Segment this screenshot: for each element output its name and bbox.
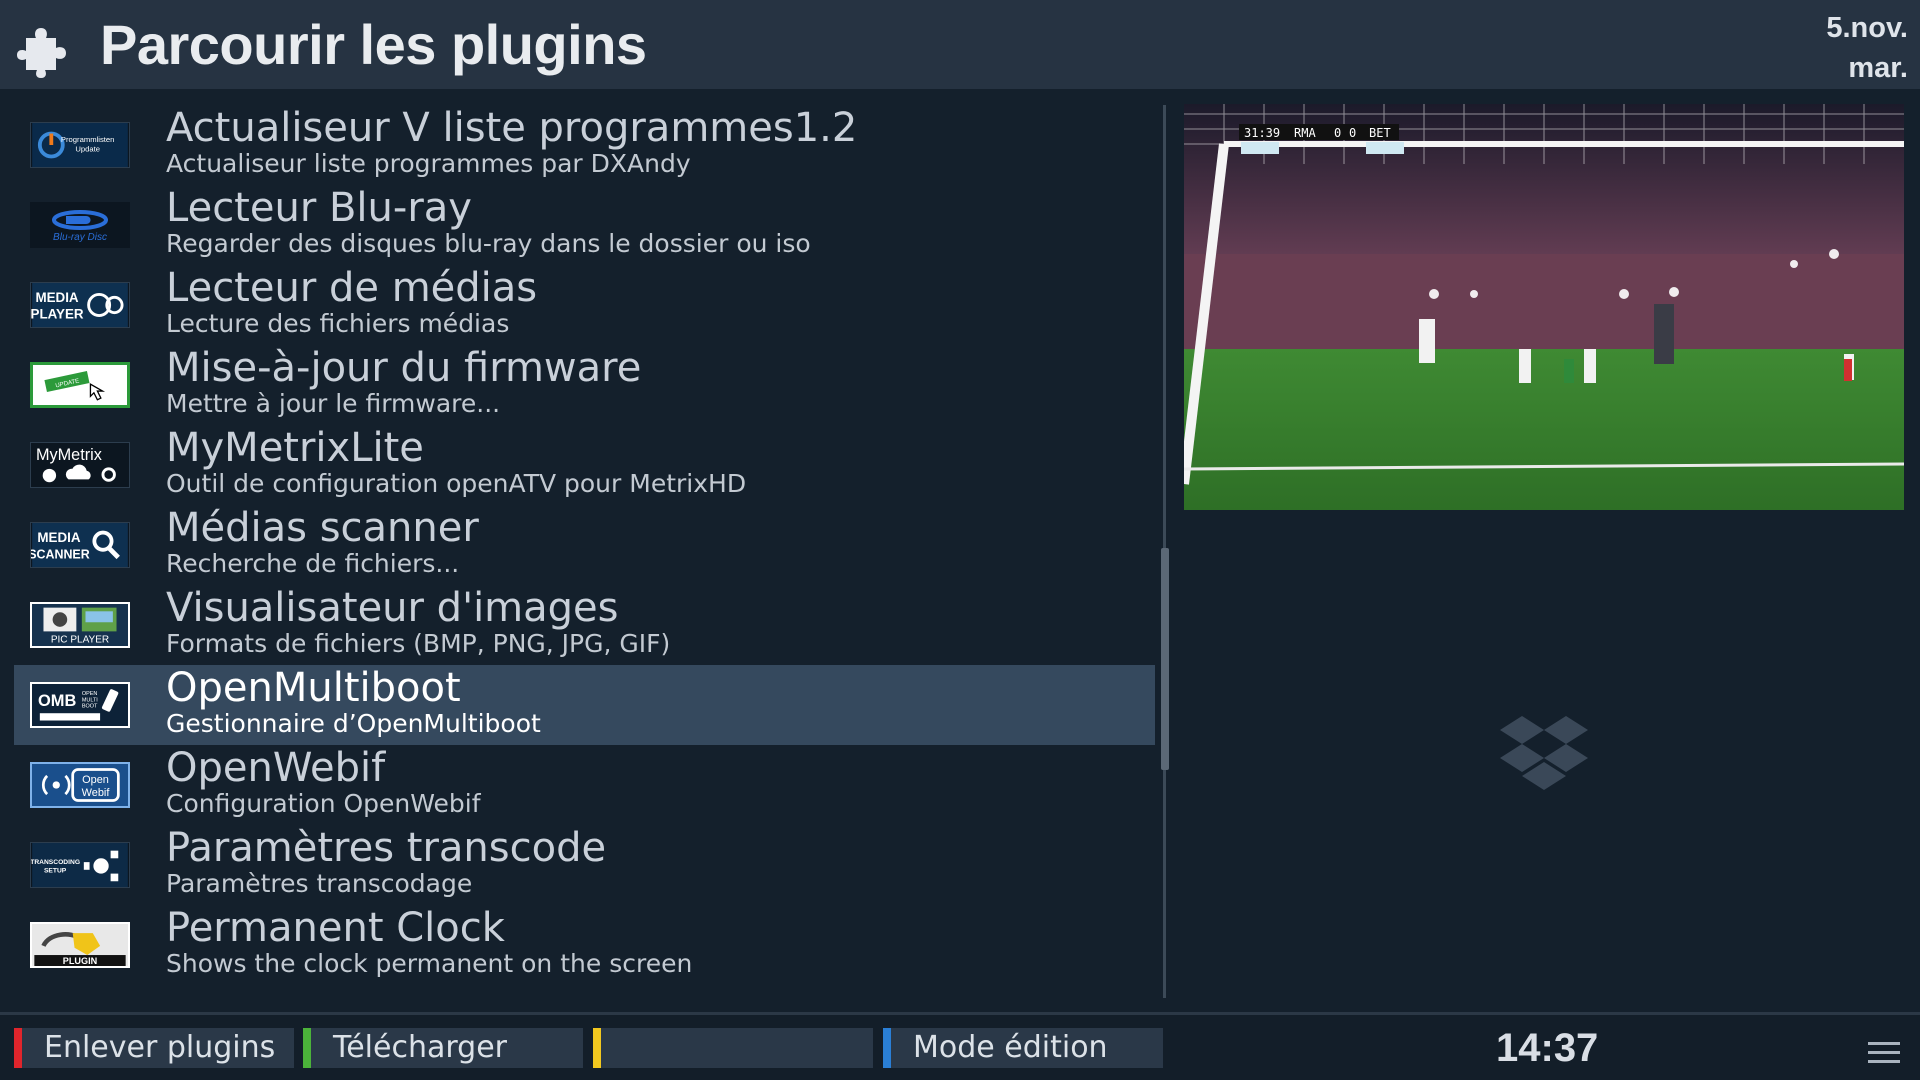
svg-text:OPEN: OPEN xyxy=(82,691,98,697)
plugin-item-bluray[interactable]: Blu-ray Disc Lecteur Blu-ray Regarder de… xyxy=(14,185,1155,265)
plugin-item-firmware-update[interactable]: UPDATE Mise-à-jour du firmware Mettre à … xyxy=(14,345,1155,425)
green-button-label: Télécharger xyxy=(333,1030,508,1065)
svg-text:Programmlisten: Programmlisten xyxy=(61,135,115,144)
plugin-name: Actualiseur V liste programmes1.2 xyxy=(166,105,858,151)
score-team-home: RMA xyxy=(1294,126,1316,140)
plugin-item-media-player[interactable]: MEDIA PLAYER Lecteur de médias Lecture de… xyxy=(14,265,1155,345)
svg-text:Open: Open xyxy=(82,774,109,786)
svg-text:BOOT: BOOT xyxy=(82,704,98,710)
plugin-description: Mettre à jour le firmware... xyxy=(166,389,501,418)
openwebif-icon: Open Webif xyxy=(30,762,130,808)
mymetrix-icon: MyMetrix xyxy=(30,442,130,488)
openmultiboot-icon: OMB OPEN MULTI BOOT xyxy=(30,682,130,728)
media-scanner-icon: MEDIA SCANNER xyxy=(30,522,130,568)
plugin-description: Shows the clock permanent on the screen xyxy=(166,949,693,978)
date-display: 5.nov. mar. xyxy=(1826,8,1908,88)
plugin-item-pic-player[interactable]: PIC PLAYER Visualisateur d'images Format… xyxy=(14,585,1155,665)
plugin-description: Outil de configuration openATV pour Metr… xyxy=(166,469,747,498)
svg-text:PLAYER: PLAYER xyxy=(31,306,84,321)
plugin-description: Actualiseur liste programmes par DXAndy xyxy=(166,149,691,178)
plugin-description: Recherche de fichiers... xyxy=(166,549,460,578)
plugin-name: Médias scanner xyxy=(166,505,479,551)
svg-text:MEDIA: MEDIA xyxy=(35,290,78,305)
media-player-icon: MEDIA PLAYER xyxy=(30,282,130,328)
plugin-name: Mise-à-jour du firmware xyxy=(166,345,642,391)
svg-text:PIC PLAYER: PIC PLAYER xyxy=(51,634,109,645)
plugin-list: Programmlisten Update Actualiseur V liste… xyxy=(14,105,1155,985)
transcoding-setup-icon: TRANSCODING SETUP xyxy=(30,842,130,888)
svg-text:Update: Update xyxy=(75,145,100,154)
plugin-name: Lecteur Blu-ray xyxy=(166,185,472,231)
red-key-indicator xyxy=(14,1028,22,1068)
svg-text:MEDIA: MEDIA xyxy=(37,530,80,545)
puzzle-icon xyxy=(17,28,66,78)
svg-text:MyMetrix: MyMetrix xyxy=(36,446,102,464)
plugin-item-transcoding[interactable]: TRANSCODING SETUP Paramètres transcode Pa… xyxy=(14,825,1155,905)
date-day: 5.nov. xyxy=(1826,12,1908,44)
plugin-description: Regarder des disques blu-ray dans le dos… xyxy=(166,229,811,258)
svg-text:Blu-ray Disc: Blu-ray Disc xyxy=(53,232,107,243)
header-bar: Parcourir les plugins 5.nov. mar. xyxy=(0,0,1920,89)
plugin-item-openwebif[interactable]: Open Webif OpenWebif Configuration OpenWe… xyxy=(14,745,1155,825)
yellow-button[interactable] xyxy=(593,1028,873,1068)
svg-text:MULTI: MULTI xyxy=(82,697,98,703)
pic-player-icon: PIC PLAYER xyxy=(30,602,130,648)
menu-icon[interactable] xyxy=(1868,1042,1900,1066)
plugin-description: Lecture des fichiers médias xyxy=(166,309,510,338)
plugin-name: Permanent Clock xyxy=(166,905,505,951)
clock: 14:37 xyxy=(1496,1026,1599,1070)
svg-text:PLUGIN: PLUGIN xyxy=(63,956,97,966)
score-time: 31:39 xyxy=(1244,126,1280,140)
score-team-away: BET xyxy=(1369,126,1391,140)
page-title: Parcourir les plugins xyxy=(100,13,647,76)
dropbox-icon xyxy=(1500,716,1588,790)
svg-text:TRANSCODING: TRANSCODING xyxy=(31,859,80,866)
plugin-item-programmlisten-update[interactable]: Programmlisten Update Actualiseur V liste… xyxy=(14,105,1155,185)
plugin-description: Configuration OpenWebif xyxy=(166,789,481,818)
plugin-item-openmultiboot[interactable]: OMB OPEN MULTI BOOT OpenMultiboot Gestionna… xyxy=(14,665,1155,745)
blue-key-indicator xyxy=(883,1028,891,1068)
score-away: 0 xyxy=(1349,126,1356,140)
svg-text:Webif: Webif xyxy=(82,787,111,799)
footer-bar: Enlever plugins Télécharger Mode édition… xyxy=(0,1015,1920,1080)
scrollbar-thumb[interactable] xyxy=(1161,548,1169,770)
green-button-download[interactable]: Télécharger xyxy=(303,1028,583,1068)
svg-text:SCANNER: SCANNER xyxy=(31,547,90,561)
plugin-name: Lecteur de médias xyxy=(166,265,538,311)
plugin-name: OpenMultiboot xyxy=(166,665,461,711)
plugin-description: Paramètres transcodage xyxy=(166,869,473,898)
date-weekday: mar. xyxy=(1848,52,1908,84)
bluray-disc-icon: Blu-ray Disc xyxy=(30,202,130,248)
plugin-name: MyMetrixLite xyxy=(166,425,424,471)
red-button-label: Enlever plugins xyxy=(44,1030,276,1065)
plugin-name: Visualisateur d'images xyxy=(166,585,619,631)
firmware-update-icon: UPDATE xyxy=(30,362,130,408)
green-key-indicator xyxy=(303,1028,311,1068)
score-home: 0 xyxy=(1334,126,1341,140)
plugin-description: Formats de fichiers (BMP, PNG, JPG, GIF) xyxy=(166,629,671,658)
programmlisten-update-icon: Programmlisten Update xyxy=(30,122,130,168)
plugin-item-permanent-clock[interactable]: PLUGIN Permanent Clock Shows the clock p… xyxy=(14,905,1155,985)
plugin-name: OpenWebif xyxy=(166,745,386,791)
plugin-description: Gestionnaire d’OpenMultiboot xyxy=(166,709,541,738)
plugin-icon: PLUGIN xyxy=(30,922,130,968)
blue-button-label: Mode édition xyxy=(913,1030,1108,1065)
plugin-item-mymetrix[interactable]: MyMetrix MyMetrixLite Outil de configura… xyxy=(14,425,1155,505)
blue-button-edit-mode[interactable]: Mode édition xyxy=(883,1028,1163,1068)
plugin-name: Paramètres transcode xyxy=(166,825,607,871)
football-broadcast-image: 31:39 RMA 0 0 BET xyxy=(1184,104,1904,510)
plugin-item-media-scanner[interactable]: MEDIA SCANNER Médias scanner Recherche de… xyxy=(14,505,1155,585)
plugin-browser-screen: Parcourir les plugins 5.nov. mar. Progra… xyxy=(0,0,1920,1080)
svg-text:OMB: OMB xyxy=(38,692,76,710)
svg-text:SETUP: SETUP xyxy=(44,868,67,875)
tv-preview: 31:39 RMA 0 0 BET xyxy=(1184,104,1904,510)
yellow-key-indicator xyxy=(593,1028,601,1068)
red-button-remove-plugins[interactable]: Enlever plugins xyxy=(14,1028,294,1068)
